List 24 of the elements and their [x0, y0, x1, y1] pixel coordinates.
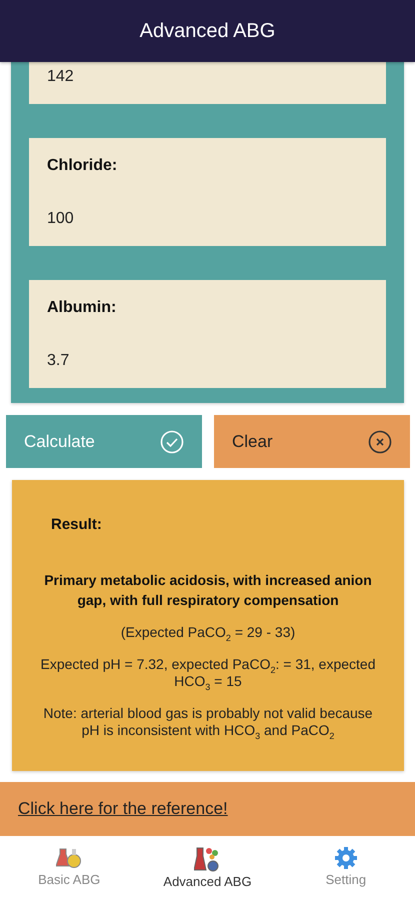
tab[interactable]: Setting — [276, 836, 415, 900]
field-value[interactable]: 3.7 — [47, 351, 70, 371]
header-title: Advanced ABG — [140, 20, 276, 42]
field-value[interactable]: 100 — [47, 209, 74, 229]
close-icon — [368, 430, 392, 454]
result-text: Note: arterial blood gas is probably not valid because pH is inconsistent with HCO$_{3}$ and PaCO$_{2}$ — [42, 705, 374, 739]
input-field[interactable]: 142 — [29, 62, 386, 104]
diagnosis-text: Primary metabolic acidosis, with increased anion gap, with full respiratory compensation — [43, 571, 373, 610]
field-value[interactable]: 142 — [47, 67, 74, 87]
check-icon — [160, 430, 184, 454]
input-field[interactable]: Albumin: 3.7 — [29, 280, 386, 388]
tab[interactable]: Basic ABG — [0, 836, 138, 900]
result-text: Expected pH = 7.32, expected PaCO$_{2}$: = 31, expected HCO$_{3}$ = 15 — [39, 656, 377, 690]
clear-button[interactable]: Clear — [214, 415, 410, 468]
lab-equipment-icon — [194, 846, 220, 872]
reference-link[interactable]: Click here for the reference! — [18, 799, 228, 819]
tab[interactable]: Advanced ABG — [138, 836, 277, 900]
flasks-icon — [56, 846, 82, 870]
result-title: Result: — [51, 516, 103, 533]
result-text: (Expected PaCO$_{2}$ = 29 - 33) — [120, 624, 296, 641]
settings-icon — [334, 846, 358, 870]
input-field[interactable]: Chloride: 100 — [29, 138, 386, 246]
field-label: Chloride: — [47, 156, 118, 176]
field-label: Albumin: — [47, 298, 116, 318]
